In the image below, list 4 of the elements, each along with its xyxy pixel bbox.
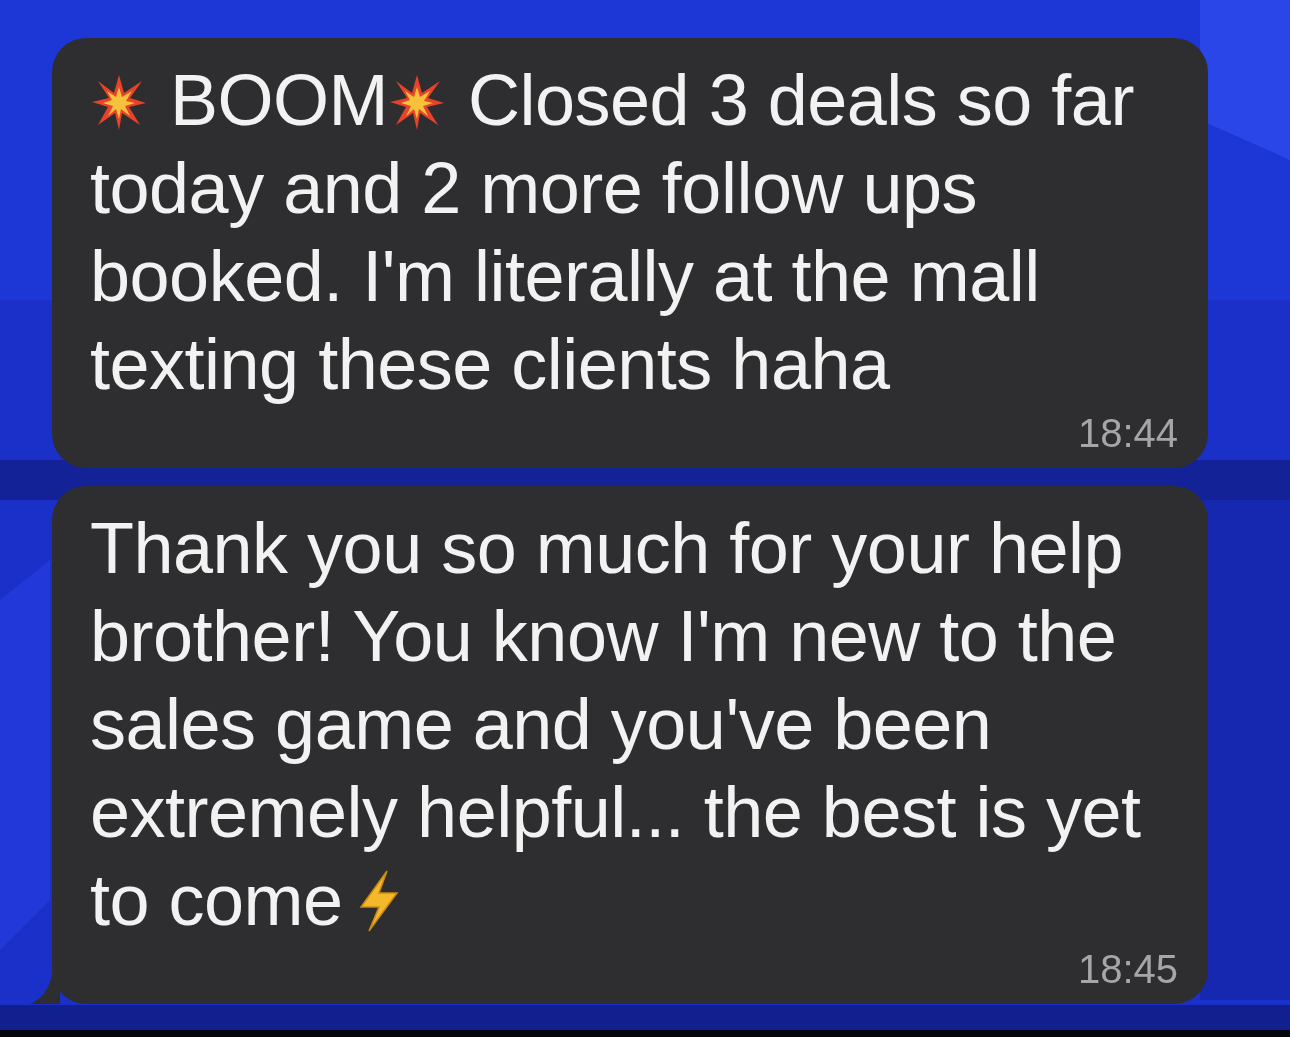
message-text: BOOM Closed 3 deals so far today and 2 more follow ups booked. I'm literally at the mall texting these clients haha xyxy=(90,59,1135,406)
message-text: Thank you so much for your help brother! You know I'm new to the sales game and you've been extremely helpful... the best is yet to come xyxy=(90,507,1142,942)
timestamp: 18:45 xyxy=(1077,946,1178,993)
timestamp: 18:44 xyxy=(1077,410,1178,457)
